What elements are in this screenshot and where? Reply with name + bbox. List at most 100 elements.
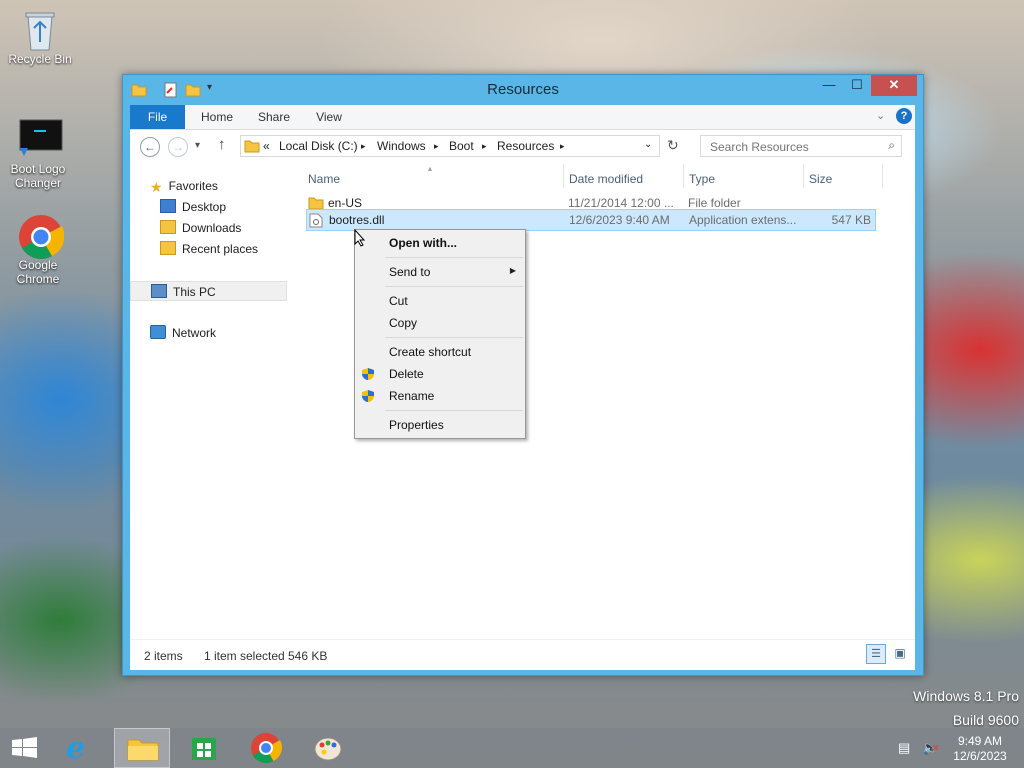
nav-network[interactable]: Network <box>150 323 216 343</box>
column-header-name[interactable]: Name <box>308 172 340 190</box>
desktop-icon-recycle-bin[interactable]: Recycle Bin <box>2 8 78 66</box>
status-bar: 2 items 1 item selected 546 KB ☰ ▣ <box>130 639 915 670</box>
star-icon: ★ <box>150 179 163 195</box>
network-icon <box>150 325 166 339</box>
chevron-right-icon[interactable]: ▸ <box>361 141 366 152</box>
search-input[interactable] <box>708 139 872 155</box>
menu-separator <box>385 337 523 338</box>
clock-time: 9:49 AM <box>957 734 1003 748</box>
up-button[interactable]: ↑ <box>218 136 226 153</box>
nav-this-pc[interactable]: This PC <box>130 281 287 301</box>
minimize-button[interactable]: — <box>815 75 843 96</box>
taskbar-store[interactable] <box>176 728 232 768</box>
menu-separator <box>385 257 523 258</box>
refresh-icon[interactable]: ↻ <box>667 137 679 154</box>
search-icon[interactable]: ⌕ <box>888 138 895 153</box>
menu-item-open-with[interactable]: Open with... <box>389 233 457 253</box>
mute-x-icon: ✕ <box>932 743 940 753</box>
taskbar-clock[interactable]: 9:49 AM 12/6/2023 <box>948 734 1012 764</box>
store-icon <box>192 738 216 760</box>
menu-item-send-to[interactable]: Send to <box>389 262 430 282</box>
paint-palette-icon <box>314 737 342 761</box>
menu-item-rename[interactable]: Rename <box>389 386 434 406</box>
close-button[interactable]: ✕ <box>871 75 917 96</box>
column-divider[interactable] <box>683 164 684 188</box>
recent-locations-icon[interactable]: ▾ <box>195 140 200 151</box>
menu-item-properties[interactable]: Properties <box>389 415 444 435</box>
back-button[interactable]: ← <box>140 137 160 157</box>
dll-file-icon <box>309 213 323 234</box>
breadcrumb-resources[interactable]: Resources <box>497 139 554 153</box>
address-bar[interactable]: « Local Disk (C:) ▸ Windows ▸ Boot ▸ Res… <box>240 135 660 157</box>
menu-item-copy[interactable]: Copy <box>389 313 417 333</box>
help-icon[interactable]: ? <box>896 108 912 124</box>
breadcrumb-boot[interactable]: Boot <box>449 139 474 153</box>
tab-file[interactable]: File <box>130 105 185 129</box>
nav-recent-places[interactable]: Recent places <box>160 239 258 259</box>
desktop-icon-label: Google Chrome <box>16 258 60 286</box>
desktop-icon-label: Recycle Bin <box>8 52 72 66</box>
taskbar-internet-explorer[interactable]: e <box>54 728 110 768</box>
tab-share[interactable]: Share <box>252 105 296 129</box>
nav-label: Desktop <box>182 200 227 214</box>
details-view-icon[interactable]: ☰ <box>866 644 886 664</box>
start-button[interactable] <box>0 728 50 768</box>
desktop-icon <box>160 199 176 213</box>
nav-label: This PC <box>173 285 216 299</box>
this-pc-icon <box>151 284 167 298</box>
forward-button[interactable]: → <box>168 137 188 157</box>
large-icons-view-icon[interactable]: ▣ <box>890 644 910 664</box>
network-status-icon[interactable]: ▤ <box>898 740 910 756</box>
desktop-icon-boot-logo-changer[interactable]: Boot Logo Changer <box>0 118 76 190</box>
chevron-right-icon[interactable]: ▸ <box>560 141 565 152</box>
downloads-icon <box>160 220 176 234</box>
chevron-right-icon[interactable]: ▸ <box>482 141 487 152</box>
address-overflow[interactable]: « <box>263 139 270 153</box>
breadcrumb-local-disk[interactable]: Local Disk (C:) <box>279 139 358 153</box>
mouse-cursor-icon <box>354 228 366 250</box>
taskbar-paint[interactable] <box>300 728 356 768</box>
desktop-icon-label: Boot Logo Changer <box>10 162 66 190</box>
maximize-button[interactable]: ☐ <box>843 75 871 96</box>
menu-item-delete[interactable]: Delete <box>389 364 424 384</box>
menu-item-cut[interactable]: Cut <box>389 291 408 311</box>
recycle-bin-icon <box>20 8 60 51</box>
taskbar-file-explorer[interactable] <box>114 728 170 768</box>
status-selected: 1 item selected <box>204 649 285 663</box>
address-history-icon[interactable]: ⌄ <box>644 139 652 150</box>
search-box[interactable]: ⌕ <box>700 135 902 157</box>
menu-item-create-shortcut[interactable]: Create shortcut <box>389 342 471 362</box>
column-divider[interactable] <box>882 164 883 188</box>
nav-desktop[interactable]: Desktop <box>160 197 226 217</box>
uac-shield-icon <box>361 389 375 403</box>
nav-label: Downloads <box>182 221 242 235</box>
column-divider[interactable] <box>563 164 564 188</box>
navigation-pane: ★ Favorites Desktop Downloads Recent plac… <box>130 164 290 639</box>
taskbar-google-chrome[interactable] <box>238 728 294 768</box>
nav-favorites[interactable]: ★ Favorites <box>150 176 218 196</box>
column-header-type[interactable]: Type <box>689 172 715 190</box>
title-bar[interactable]: ▾ Resources — ☐ ✕ <box>123 75 923 105</box>
column-header-size[interactable]: Size <box>809 172 832 190</box>
nav-downloads[interactable]: Downloads <box>160 218 241 238</box>
submenu-arrow-icon: ▶ <box>509 266 516 275</box>
boot-logo-changer-icon <box>18 118 63 158</box>
chevron-right-icon[interactable]: ▸ <box>434 141 439 152</box>
column-header-date[interactable]: Date modified <box>569 172 643 190</box>
ribbon: File Home Share View ⌄ ? <box>130 105 915 130</box>
folder-icon <box>244 139 260 156</box>
desktop-icon-google-chrome[interactable]: Google Chrome <box>0 214 76 286</box>
tab-view[interactable]: View <box>308 105 350 129</box>
taskbar: e ▤ 🔈 ✕ 9:49 AM 12/6/2023 <box>0 728 1024 768</box>
window-title: Resources <box>487 81 559 98</box>
watermark-edition: Windows 8.1 Pro <box>913 688 1019 704</box>
windows-watermark: Windows 8.1 Pro Build 9600 <box>913 684 1019 732</box>
navigation-bar: ← → ▾ ↑ « Local Disk (C:) ▸ Windows ▸ Bo… <box>130 130 915 164</box>
file-name: bootres.dll <box>329 213 385 227</box>
file-explorer-icon <box>127 739 159 761</box>
tab-home[interactable]: Home <box>192 105 242 129</box>
expand-ribbon-icon[interactable]: ⌄ <box>876 109 885 122</box>
file-row-selected[interactable]: bootres.dll 12/6/2023 9:40 AM Applicatio… <box>306 209 876 231</box>
column-divider[interactable] <box>803 164 804 188</box>
breadcrumb-windows[interactable]: Windows <box>377 139 426 153</box>
